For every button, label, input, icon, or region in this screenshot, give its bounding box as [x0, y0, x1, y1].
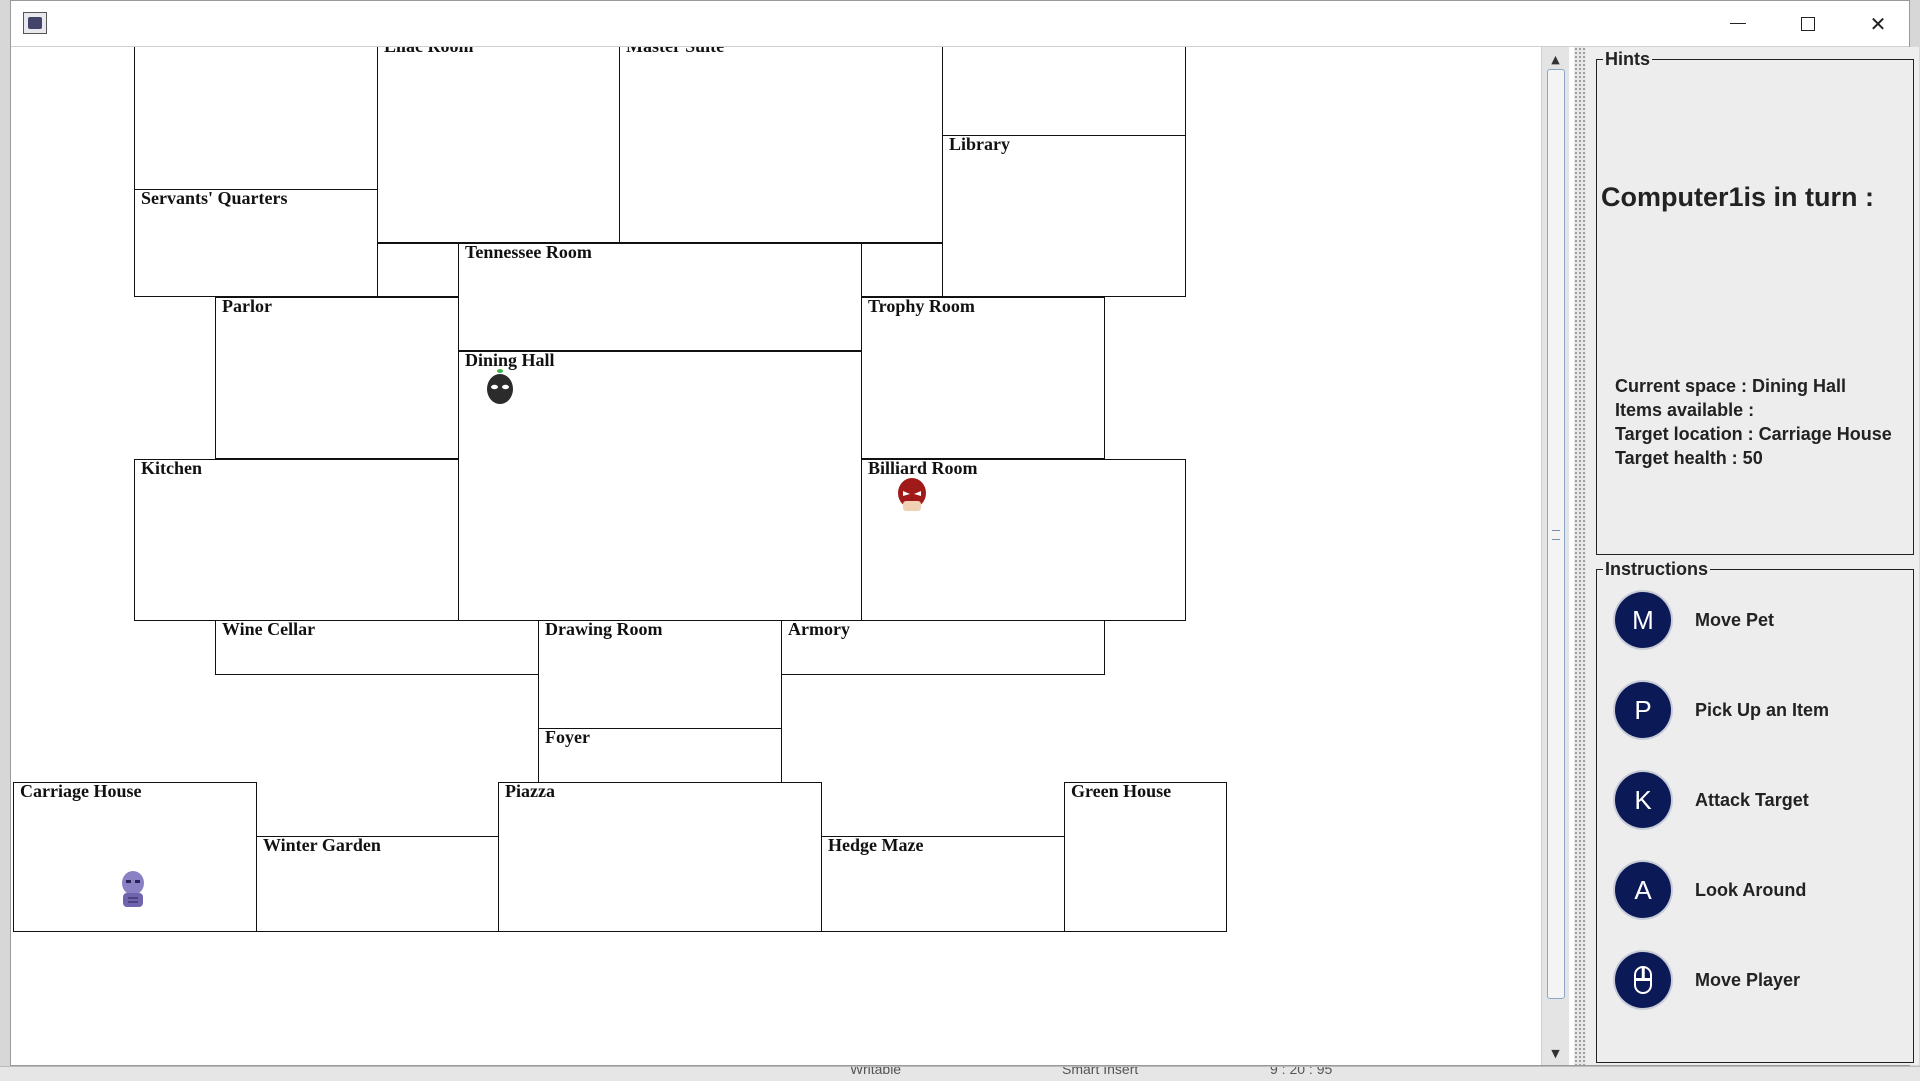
room-unnamed-top-right[interactable] — [942, 47, 1186, 137]
dark-mask-player-icon[interactable] — [483, 367, 517, 407]
room-label: Carriage House — [20, 781, 142, 801]
room-unnamed-connector-left[interactable] — [377, 243, 459, 297]
instructions-title: Instructions — [1603, 559, 1711, 580]
status-position: 9 : 20 : 95 — [1270, 1066, 1333, 1077]
room-parlor[interactable]: Parlor — [215, 296, 459, 459]
key-a-button[interactable]: A — [1615, 862, 1671, 918]
grip-icon — [1552, 530, 1560, 540]
instruction-look-around[interactable]: A Look Around — [1615, 860, 1905, 920]
room-label: Lilac Room — [384, 47, 474, 57]
split-pane-divider[interactable] — [1574, 47, 1586, 1065]
key-p-button[interactable]: P — [1615, 682, 1671, 738]
target-location-text: Target location : Carriage House — [1615, 424, 1892, 444]
map-vertical-scrollbar[interactable]: ▲ ▼ — [1541, 47, 1569, 1065]
instructions-panel: Instructions M Move Pet P Pick Up an Ite… — [1596, 559, 1914, 1063]
background-status-bar: Writable Smart Insert 9 : 20 : 95 — [0, 1066, 1920, 1081]
instruction-move-player[interactable]: Move Player — [1615, 950, 1905, 1010]
key-k-button[interactable]: K — [1615, 772, 1671, 828]
room-library[interactable]: Library — [942, 134, 1186, 297]
room-master-suite[interactable]: Master Suite — [619, 47, 943, 243]
room-tennessee-room[interactable]: Tennessee Room — [458, 242, 862, 351]
room-label: Library — [949, 134, 1010, 154]
hints-title: Hints — [1603, 49, 1652, 70]
map-pane[interactable]: Lilac Room Master Suite Library Servants… — [13, 47, 1541, 1065]
close-button[interactable]: ✕ — [1843, 1, 1913, 46]
key-m-button[interactable]: M — [1615, 592, 1671, 648]
title-bar: ✕ — [11, 1, 1909, 47]
room-lilac-room[interactable]: Lilac Room — [377, 47, 621, 243]
status-insert-mode: Smart Insert — [1062, 1066, 1139, 1077]
room-winter-garden[interactable]: Winter Garden — [256, 835, 499, 932]
room-piazza[interactable]: Piazza — [498, 781, 822, 932]
red-mask-player-icon[interactable] — [895, 475, 929, 515]
side-panel: Hints Computer1is in turn : Current spac… — [1586, 47, 1919, 1065]
room-label: Kitchen — [141, 458, 202, 478]
instruction-attack-target[interactable]: K Attack Target — [1615, 770, 1905, 830]
maximize-button[interactable] — [1773, 1, 1843, 46]
hint-info: Current space : Dining Hall Items availa… — [1615, 374, 1892, 470]
minimize-icon — [1730, 23, 1746, 24]
room-label: Servants' Quarters — [141, 188, 288, 208]
mouse-icon — [1634, 966, 1652, 994]
instruction-label: Look Around — [1695, 879, 1807, 900]
close-icon: ✕ — [1869, 11, 1887, 36]
room-wine-cellar[interactable]: Wine Cellar — [215, 619, 539, 675]
room-label: Winter Garden — [263, 835, 381, 855]
room-label: Master Suite — [626, 47, 724, 57]
target-health-text: Target health : 50 — [1615, 448, 1763, 468]
instruction-label: Move Pet — [1695, 609, 1775, 630]
room-drawing-room[interactable]: Drawing Room — [538, 619, 782, 729]
mouse-button[interactable] — [1615, 952, 1671, 1008]
game-window: ✕ Lilac Room Master Suite Library Servan… — [10, 0, 1919, 1066]
room-hedge-maze[interactable]: Hedge Maze — [821, 835, 1065, 932]
room-servants-quarters[interactable]: Servants' Quarters — [134, 188, 378, 297]
maximize-icon — [1801, 16, 1815, 31]
purple-target-character-icon[interactable] — [116, 869, 150, 909]
status-writable: Writable — [850, 1066, 902, 1077]
room-label: Green House — [1071, 781, 1172, 801]
room-carriage-house[interactable]: Carriage House — [13, 781, 257, 932]
room-label: Parlor — [222, 296, 272, 316]
scroll-up-icon[interactable]: ▲ — [1542, 49, 1569, 69]
app-icon — [23, 12, 47, 34]
room-foyer[interactable]: Foyer — [538, 727, 782, 783]
instruction-label: Attack Target — [1695, 789, 1809, 810]
instruction-label: Move Player — [1695, 969, 1801, 990]
room-unnamed-top-left[interactable] — [134, 47, 378, 191]
instruction-pick-up-item[interactable]: P Pick Up an Item — [1615, 680, 1905, 740]
hints-panel: Hints Computer1is in turn : Current spac… — [1596, 49, 1914, 555]
room-label: Trophy Room — [868, 296, 975, 316]
room-kitchen[interactable]: Kitchen — [134, 458, 459, 621]
instruction-move-pet[interactable]: M Move Pet — [1615, 590, 1905, 650]
minimize-button[interactable] — [1703, 1, 1773, 46]
items-available-text: Items available : — [1615, 400, 1755, 420]
scrollbar-thumb[interactable] — [1547, 69, 1565, 999]
room-label: Armory — [788, 619, 850, 639]
room-armory[interactable]: Armory — [781, 619, 1105, 675]
room-trophy-room[interactable]: Trophy Room — [861, 296, 1105, 459]
room-label: Foyer — [545, 727, 590, 747]
room-label: Piazza — [505, 781, 555, 801]
room-label: Hedge Maze — [828, 835, 924, 855]
turn-indicator: Computer1is in turn : — [1601, 182, 1875, 212]
room-label: Wine Cellar — [222, 619, 316, 639]
room-unnamed-connector-right[interactable] — [861, 243, 943, 297]
room-label: Drawing Room — [545, 619, 663, 639]
room-dining-hall[interactable]: Dining Hall — [458, 350, 862, 621]
map-canvas[interactable]: Lilac Room Master Suite Library Servants… — [13, 47, 1541, 1065]
scroll-down-icon[interactable]: ▼ — [1542, 1043, 1569, 1063]
current-space-text: Current space : Dining Hall — [1615, 376, 1847, 396]
instruction-label: Pick Up an Item — [1695, 699, 1830, 720]
room-green-house[interactable]: Green House — [1064, 781, 1227, 932]
room-label: Tennessee Room — [465, 242, 592, 262]
